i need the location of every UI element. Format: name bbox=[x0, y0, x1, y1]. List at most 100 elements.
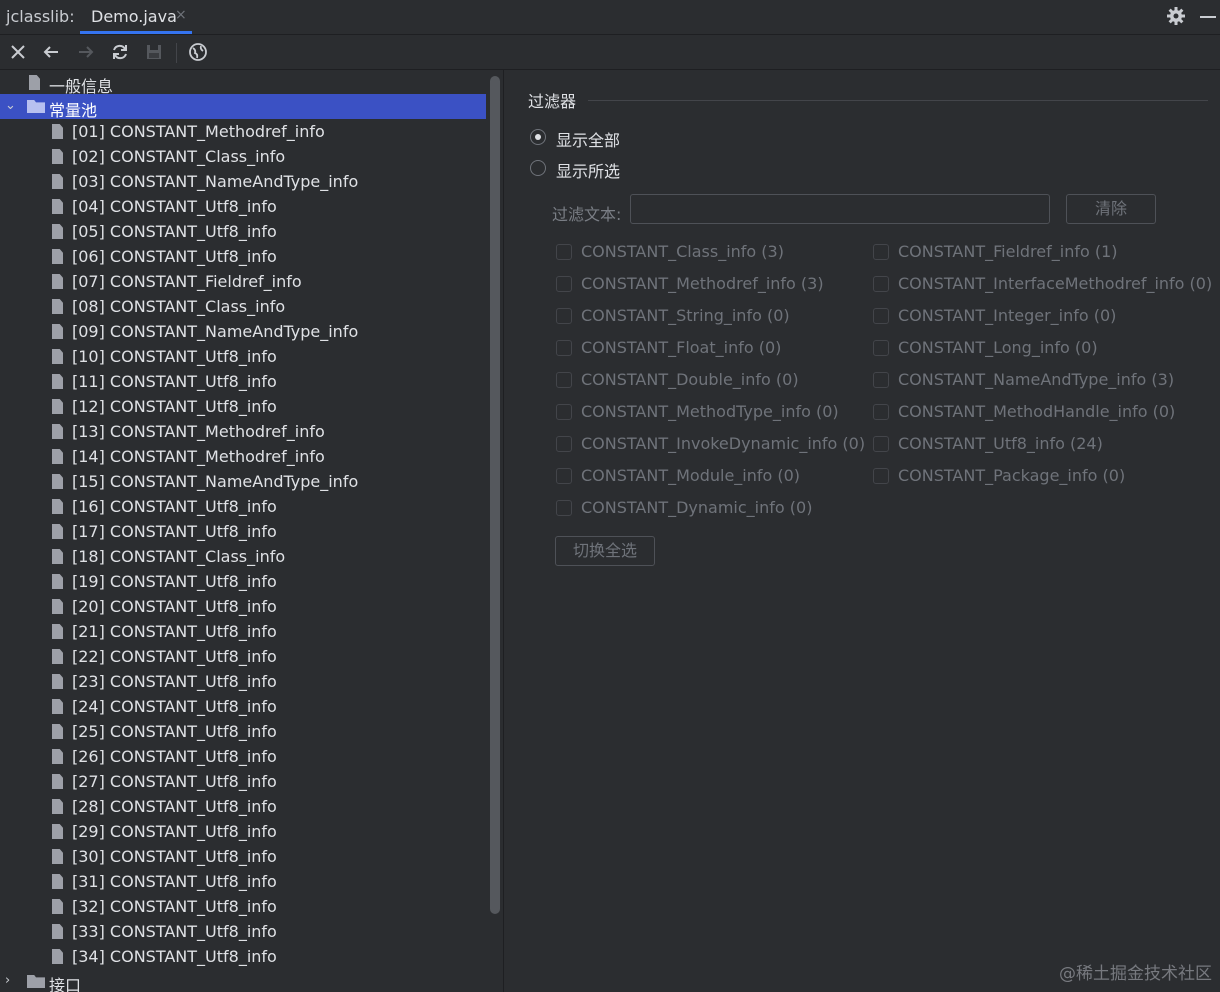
tree-node-constant[interactable]: [34] CONSTANT_Utf8_info bbox=[0, 944, 490, 969]
tree-node-constant[interactable]: [21] CONSTANT_Utf8_info bbox=[0, 619, 490, 644]
tree-node-constant[interactable]: [24] CONSTANT_Utf8_info bbox=[0, 694, 490, 719]
file-icon bbox=[52, 174, 63, 189]
constant-type-checkbox[interactable] bbox=[556, 308, 572, 324]
tree-node-label: [10] CONSTANT_Utf8_info bbox=[72, 347, 277, 366]
tree-node-constant[interactable]: [08] CONSTANT_Class_info bbox=[0, 294, 490, 319]
tree-node-constant[interactable]: [18] CONSTANT_Class_info bbox=[0, 544, 490, 569]
constant-type-checkbox[interactable] bbox=[556, 436, 572, 452]
tree-node-label: [03] CONSTANT_NameAndType_info bbox=[72, 172, 359, 191]
tree-node-constant[interactable]: [04] CONSTANT_Utf8_info bbox=[0, 194, 490, 219]
back-arrow-icon[interactable] bbox=[41, 42, 61, 62]
watermark: @稀土掘金技术社区 bbox=[1059, 964, 1212, 984]
constant-type-label[interactable]: CONSTANT_NameAndType_info (3) bbox=[898, 370, 1174, 389]
constant-type-label[interactable]: CONSTANT_Float_info (0) bbox=[581, 338, 781, 357]
close-icon[interactable] bbox=[8, 42, 28, 62]
tree-node-constant[interactable]: [31] CONSTANT_Utf8_info bbox=[0, 869, 490, 894]
file-icon bbox=[52, 149, 63, 164]
tree-node-constant[interactable]: [16] CONSTANT_Utf8_info bbox=[0, 494, 490, 519]
constant-type-label[interactable]: CONSTANT_MethodType_info (0) bbox=[581, 402, 839, 421]
constant-type-checkbox[interactable] bbox=[873, 308, 889, 324]
radio-show-selected[interactable] bbox=[530, 160, 546, 176]
toolbar-separator bbox=[176, 43, 177, 63]
file-icon bbox=[52, 249, 63, 264]
tree-node-constant[interactable]: [12] CONSTANT_Utf8_info bbox=[0, 394, 490, 419]
tree-node-label: [32] CONSTANT_Utf8_info bbox=[72, 897, 277, 916]
tree-node-constant[interactable]: [33] CONSTANT_Utf8_info bbox=[0, 919, 490, 944]
tree-node-constant[interactable]: [30] CONSTANT_Utf8_info bbox=[0, 844, 490, 869]
constant-type-label[interactable]: CONSTANT_Integer_info (0) bbox=[898, 306, 1116, 325]
constant-type-checkbox[interactable] bbox=[873, 404, 889, 420]
tab-close-icon[interactable]: × bbox=[175, 7, 187, 23]
tree-node-constant[interactable]: [20] CONSTANT_Utf8_info bbox=[0, 594, 490, 619]
browser-icon[interactable] bbox=[188, 42, 208, 62]
tree-node-constant[interactable]: [17] CONSTANT_Utf8_info bbox=[0, 519, 490, 544]
tree-scrollbar[interactable] bbox=[490, 76, 500, 914]
constant-type-label[interactable]: CONSTANT_Class_info (3) bbox=[581, 242, 784, 261]
minimize-icon[interactable] bbox=[1200, 16, 1216, 18]
constant-type-checkbox[interactable] bbox=[873, 468, 889, 484]
constant-type-label[interactable]: CONSTANT_Utf8_info (24) bbox=[898, 434, 1103, 453]
tree-node-constant[interactable]: [01] CONSTANT_Methodref_info bbox=[0, 119, 490, 144]
tree-node-constant[interactable]: [28] CONSTANT_Utf8_info bbox=[0, 794, 490, 819]
constant-type-label[interactable]: CONSTANT_Long_info (0) bbox=[898, 338, 1098, 357]
constant-type-label[interactable]: CONSTANT_String_info (0) bbox=[581, 306, 790, 325]
chevron-right-icon[interactable]: › bbox=[5, 973, 10, 988]
tree-node-label: [22] CONSTANT_Utf8_info bbox=[72, 647, 277, 666]
constant-type-label[interactable]: CONSTANT_Fieldref_info (1) bbox=[898, 242, 1118, 261]
tree-node-constant[interactable]: [10] CONSTANT_Utf8_info bbox=[0, 344, 490, 369]
constant-type-checkbox[interactable] bbox=[556, 500, 572, 516]
gear-icon[interactable] bbox=[1166, 6, 1186, 26]
constant-type-checkbox[interactable] bbox=[556, 244, 572, 260]
constant-type-label[interactable]: CONSTANT_Methodref_info (3) bbox=[581, 274, 824, 293]
tree-node-constant[interactable]: [11] CONSTANT_Utf8_info bbox=[0, 369, 490, 394]
radio-show-all-label[interactable]: 显示全部 bbox=[556, 127, 620, 151]
tree-node-constant[interactable]: [06] CONSTANT_Utf8_info bbox=[0, 244, 490, 269]
tree-node-constant[interactable]: [32] CONSTANT_Utf8_info bbox=[0, 894, 490, 919]
constant-type-label[interactable]: CONSTANT_Dynamic_info (0) bbox=[581, 498, 812, 517]
constant-type-checkbox[interactable] bbox=[556, 340, 572, 356]
refresh-icon[interactable] bbox=[110, 42, 130, 62]
tab-demo-java[interactable]: Demo.java × bbox=[80, 0, 192, 34]
tree-node-constant[interactable]: [22] CONSTANT_Utf8_info bbox=[0, 644, 490, 669]
tree-node-interfaces[interactable]: › 接口 bbox=[0, 969, 490, 992]
constant-type-checkbox[interactable] bbox=[873, 340, 889, 356]
tree-node-constant[interactable]: [19] CONSTANT_Utf8_info bbox=[0, 569, 490, 594]
constant-type-checkbox[interactable] bbox=[873, 244, 889, 260]
constant-type-checkbox[interactable] bbox=[556, 404, 572, 420]
tree-node-constant[interactable]: [29] CONSTANT_Utf8_info bbox=[0, 819, 490, 844]
constant-type-label[interactable]: CONSTANT_Module_info (0) bbox=[581, 466, 800, 485]
constant-type-checkbox[interactable] bbox=[873, 372, 889, 388]
constant-type-checkbox[interactable] bbox=[873, 276, 889, 292]
constant-type-label[interactable]: CONSTANT_MethodHandle_info (0) bbox=[898, 402, 1175, 421]
filter-text-input[interactable] bbox=[630, 194, 1050, 224]
constant-type-label[interactable]: CONSTANT_InvokeDynamic_info (0) bbox=[581, 434, 865, 453]
tree-node-label: 常量池 bbox=[49, 101, 98, 120]
clear-button[interactable]: 清除 bbox=[1066, 194, 1156, 224]
chevron-down-icon[interactable]: ⌄ bbox=[5, 98, 16, 113]
constant-type-checkbox[interactable] bbox=[873, 436, 889, 452]
radio-show-all[interactable] bbox=[530, 129, 546, 145]
tree-node-constant[interactable]: [23] CONSTANT_Utf8_info bbox=[0, 669, 490, 694]
tree-node-constant[interactable]: [07] CONSTANT_Fieldref_info bbox=[0, 269, 490, 294]
tree-node-constant[interactable]: [25] CONSTANT_Utf8_info bbox=[0, 719, 490, 744]
toggle-all-button[interactable]: 切换全选 bbox=[555, 536, 655, 566]
constant-type-label[interactable]: CONSTANT_Double_info (0) bbox=[581, 370, 799, 389]
tree-node-general-info[interactable]: 一般信息 bbox=[0, 70, 490, 96]
tree-node-constant[interactable]: [02] CONSTANT_Class_info bbox=[0, 144, 490, 169]
constant-type-label[interactable]: CONSTANT_Package_info (0) bbox=[898, 466, 1125, 485]
tree-node-constant[interactable]: [05] CONSTANT_Utf8_info bbox=[0, 219, 490, 244]
tree-node-constant[interactable]: [13] CONSTANT_Methodref_info bbox=[0, 419, 490, 444]
tree-node-constant[interactable]: [14] CONSTANT_Methodref_info bbox=[0, 444, 490, 469]
tree-node-constant[interactable]: [09] CONSTANT_NameAndType_info bbox=[0, 319, 490, 344]
constant-type-label[interactable]: CONSTANT_InterfaceMethodref_info (0) bbox=[898, 274, 1212, 293]
constant-type-checkbox[interactable] bbox=[556, 468, 572, 484]
tree-node-constant[interactable]: [26] CONSTANT_Utf8_info bbox=[0, 744, 490, 769]
radio-show-selected-label[interactable]: 显示所选 bbox=[556, 158, 620, 182]
tree-node-constant[interactable]: [15] CONSTANT_NameAndType_info bbox=[0, 469, 490, 494]
tree-node-constant[interactable]: [03] CONSTANT_NameAndType_info bbox=[0, 169, 490, 194]
constant-type-checkbox[interactable] bbox=[556, 276, 572, 292]
tree-node-label: [26] CONSTANT_Utf8_info bbox=[72, 747, 277, 766]
constant-type-checkbox[interactable] bbox=[556, 372, 572, 388]
tree-node-constant[interactable]: [27] CONSTANT_Utf8_info bbox=[0, 769, 490, 794]
tree-node-constant-pool[interactable]: ⌄ 常量池 bbox=[0, 94, 486, 120]
